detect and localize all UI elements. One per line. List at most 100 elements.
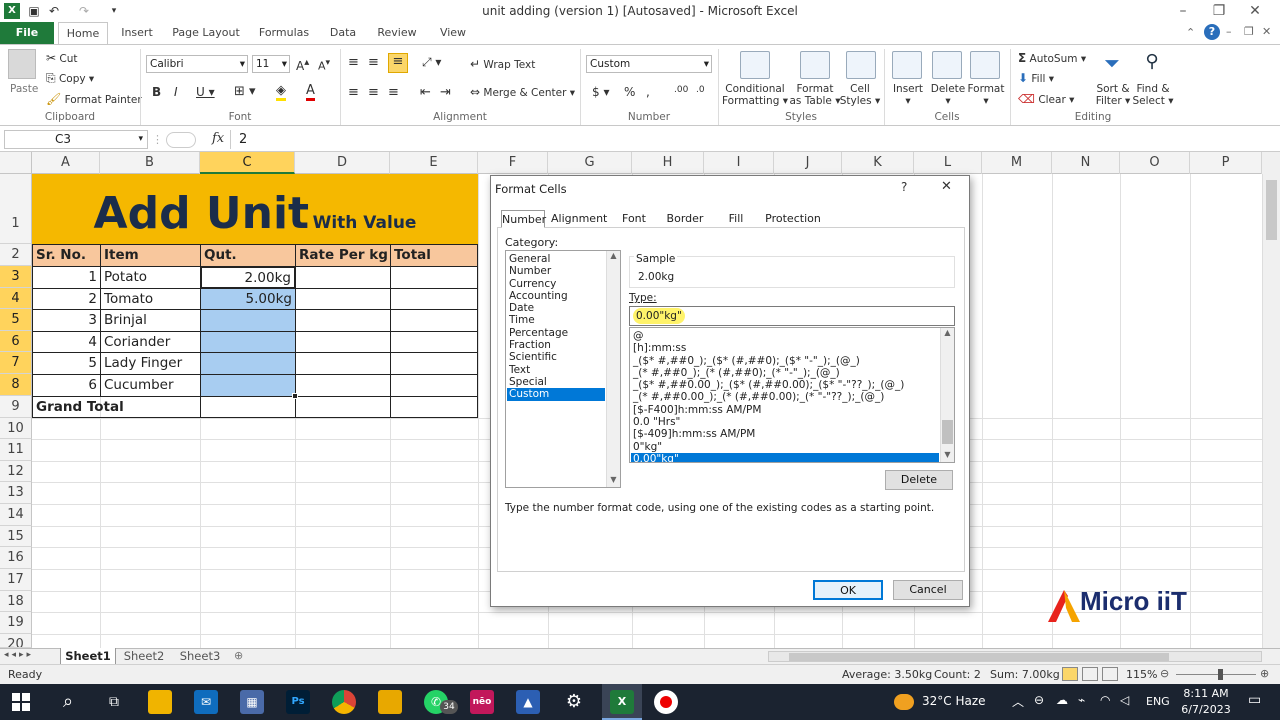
paste-icon[interactable]	[8, 49, 36, 79]
calculator-icon[interactable]: ▦	[240, 690, 264, 714]
sort-filter-icon[interactable]: ⏷	[1098, 51, 1126, 77]
formula-input[interactable]: 2	[230, 130, 1270, 149]
help-icon[interactable]: ?	[1204, 24, 1220, 40]
rate-cell[interactable]	[295, 374, 391, 397]
column-header-h[interactable]: H	[632, 152, 704, 174]
category-item[interactable]: Special	[507, 376, 605, 388]
folder-icon[interactable]	[378, 690, 402, 714]
qty-cell[interactable]	[200, 374, 296, 397]
decrease-indent-icon[interactable]: ⇤	[420, 85, 431, 100]
item-cell[interactable]: Lady Finger	[100, 352, 201, 375]
font-color-icon[interactable]: A	[306, 83, 315, 101]
column-header-c[interactable]: C	[200, 152, 295, 174]
total-cell[interactable]	[390, 374, 478, 397]
conditional-formatting-button[interactable]: Conditional Formatting ▾	[722, 83, 788, 107]
item-cell[interactable]: Coriander	[100, 331, 201, 353]
column-header-k[interactable]: K	[842, 152, 914, 174]
bold-icon[interactable]: B	[152, 85, 161, 99]
excel-taskbar-item[interactable]: X	[602, 684, 642, 720]
grand-total-qty[interactable]	[200, 396, 296, 418]
format-code-item[interactable]: _($* #,##0_);_($* (#,##0);_($* "-"_);_(@…	[631, 355, 939, 367]
format-code-item[interactable]: [$-409]h:mm:ss AM/PM	[631, 428, 939, 440]
mail-icon[interactable]: ✉	[194, 690, 218, 714]
qty-cell[interactable]: 5.00kg	[200, 288, 296, 310]
tab-home[interactable]: Home	[58, 22, 108, 45]
column-header-g[interactable]: G	[548, 152, 632, 174]
cell-styles-button[interactable]: Cell Styles ▾	[838, 83, 882, 107]
orientation-icon[interactable]: ⤢ ▾	[422, 55, 441, 70]
comma-icon[interactable]: ,	[646, 85, 650, 99]
format-code-item[interactable]: 0.0 "Hrs"	[631, 416, 939, 428]
total-cell[interactable]	[390, 352, 478, 375]
wrap-text-button[interactable]: ↵ Wrap Text	[470, 57, 535, 71]
page-break-view-icon[interactable]	[1102, 667, 1118, 681]
select-all-corner[interactable]	[0, 152, 32, 174]
format-as-table-icon[interactable]	[800, 51, 830, 79]
tab-insert[interactable]: Insert	[116, 22, 158, 44]
zoom-out-icon[interactable]: ⊖	[1160, 667, 1169, 680]
format-code-item[interactable]: _(* #,##0.00_);_(* (#,##0.00);_(* "-"??_…	[631, 391, 939, 403]
align-left-icon[interactable]: ≡	[348, 85, 359, 100]
volume-icon[interactable]: ◁	[1120, 693, 1129, 707]
row-header-11[interactable]: 11	[0, 439, 32, 461]
title-banner[interactable]: Add Unit With Value	[32, 174, 478, 244]
format-code-item[interactable]: [$-F400]h:mm:ss AM/PM	[631, 404, 939, 416]
sheet-tab-sheet2[interactable]: Sheet2	[120, 649, 168, 665]
row-header-3[interactable]: 3	[0, 266, 32, 288]
zoom-level[interactable]: 115%	[1126, 668, 1157, 681]
align-right-icon[interactable]: ≡	[388, 85, 399, 100]
tab-review[interactable]: Review	[372, 22, 422, 44]
name-box[interactable]: C3 ▾	[4, 130, 148, 149]
dialog-close-icon[interactable]: ✕	[941, 179, 952, 194]
page-layout-view-icon[interactable]	[1082, 667, 1098, 681]
zoom-slider[interactable]	[1176, 674, 1256, 675]
category-item[interactable]: Fraction	[507, 339, 605, 351]
number-format-select[interactable]: Custom ▾	[586, 55, 712, 73]
row-header-18[interactable]: 18	[0, 591, 32, 612]
fill-handle[interactable]	[292, 393, 298, 399]
tray-chevron-icon[interactable]: ︿	[1012, 693, 1024, 710]
format-as-table-button[interactable]: Format as Table ▾	[786, 83, 844, 107]
row-header-8[interactable]: 8	[0, 374, 32, 396]
rate-cell[interactable]	[295, 266, 391, 289]
binoculars-icon[interactable]: ⚲	[1138, 51, 1166, 77]
format-scroll-thumb[interactable]	[942, 420, 953, 444]
column-header-a[interactable]: A	[32, 152, 100, 174]
conditional-formatting-icon[interactable]	[740, 51, 770, 79]
cut-button[interactable]: ✂ Cut	[46, 51, 78, 65]
increase-indent-icon[interactable]: ⇥	[440, 85, 451, 100]
format-code-scrollbar[interactable]: ▲ ▼	[940, 328, 954, 462]
decrease-decimal-icon[interactable]: .0	[696, 85, 705, 95]
category-item[interactable]: Scientific	[507, 351, 605, 363]
merge-center-button[interactable]: ⇔ Merge & Center ▾	[470, 85, 575, 99]
header-cell-qty[interactable]: Qut.	[200, 244, 296, 267]
column-header-l[interactable]: L	[914, 152, 982, 174]
scroll-down-icon[interactable]: ▼	[607, 475, 620, 484]
dialog-tab-font[interactable]: Font	[617, 210, 651, 228]
category-item[interactable]: Currency	[507, 278, 605, 290]
sr-cell[interactable]: 5	[32, 352, 101, 375]
row-header-6[interactable]: 6	[0, 331, 32, 352]
fill-color-icon[interactable]: ◈	[276, 83, 286, 101]
row-header-19[interactable]: 19	[0, 612, 32, 634]
delete-cells-icon[interactable]	[932, 51, 962, 79]
column-header-o[interactable]: O	[1120, 152, 1190, 174]
language-indicator[interactable]: ENG	[1146, 695, 1170, 708]
row-header-17[interactable]: 17	[0, 569, 32, 591]
format-code-item[interactable]: [h]:mm:ss	[631, 342, 939, 354]
column-header-m[interactable]: M	[982, 152, 1052, 174]
sr-cell[interactable]: 2	[32, 288, 101, 310]
rate-cell[interactable]	[295, 288, 391, 310]
header-cell-rate[interactable]: Rate Per kg	[295, 244, 391, 267]
find-select-button[interactable]: Find & Select ▾	[1130, 83, 1176, 107]
vertical-scrollbar-top[interactable]	[1262, 152, 1280, 174]
column-header-i[interactable]: I	[704, 152, 774, 174]
row-header-20[interactable]: 20	[0, 634, 32, 648]
sheet-tab-sheet3[interactable]: Sheet3	[176, 649, 224, 665]
align-center-icon[interactable]: ≡	[368, 85, 379, 100]
copy-button[interactable]: ⎘ Copy ▾	[46, 71, 94, 86]
item-cell[interactable]: Cucumber	[100, 374, 201, 397]
grand-total-rate[interactable]	[295, 396, 391, 418]
format-code-item[interactable]: _(* #,##0_);_(* (#,##0);_(* "-"_);_(@_)	[631, 367, 939, 379]
column-header-n[interactable]: N	[1052, 152, 1120, 174]
